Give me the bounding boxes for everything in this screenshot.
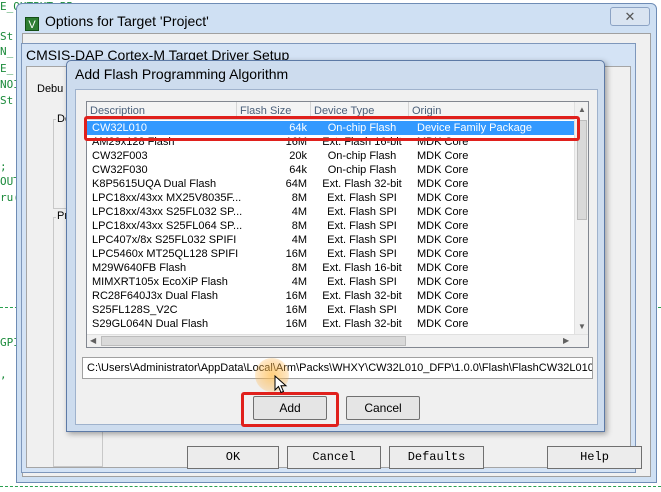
cell-description: S29GL064N Dual Flash bbox=[92, 318, 209, 330]
cell-description: LPC407x/8x S25FL032 SPIFI bbox=[92, 234, 237, 246]
cell-flash-size: 16M bbox=[285, 318, 307, 330]
cell-origin: MDK Core bbox=[417, 192, 469, 204]
cell-device-type: Ext. Flash SPI bbox=[327, 192, 397, 204]
cell-flash-size: 64M bbox=[285, 178, 307, 190]
cell-device-type: Ext. Flash SPI bbox=[327, 248, 397, 260]
cell-origin: MDK Core bbox=[417, 290, 469, 302]
cell-flash-size: 64k bbox=[289, 164, 307, 176]
cell-origin: MDK Core bbox=[417, 178, 469, 190]
cell-flash-size: 8M bbox=[291, 220, 307, 232]
cell-description: LPC5460x MT25QL128 SPIFI bbox=[92, 248, 239, 260]
cell-origin: MDK Core bbox=[417, 150, 469, 162]
list-item[interactable]: S29GL064N Dual Flash 16M Ext. Flash 32-bit… bbox=[87, 317, 576, 331]
scroll-up-arrow-icon[interactable]: ▲ bbox=[578, 104, 586, 116]
code-line: St bbox=[0, 30, 14, 43]
scroll-down-arrow-icon[interactable]: ▼ bbox=[578, 321, 586, 333]
cell-description: CW32F030 bbox=[92, 164, 148, 176]
cell-device-type: Ext. Flash SPI bbox=[327, 304, 397, 316]
cell-device-type: On-chip Flash bbox=[327, 164, 397, 176]
cell-description: LPC18xx/43xx MX25V8035F... bbox=[92, 192, 242, 204]
list-item[interactable]: LPC18xx/43xx S25FL032 SP... 4M Ext. Flash … bbox=[87, 205, 576, 219]
code-line: N_ bbox=[0, 45, 14, 58]
cell-origin: MDK Core bbox=[417, 234, 469, 246]
cell-flash-size: 20k bbox=[289, 150, 307, 162]
list-item[interactable]: MIMXRT105x EcoXiP Flash 4M Ext. Flash SPI M… bbox=[87, 275, 576, 289]
cell-description: RC28F640J3x Dual Flash bbox=[92, 290, 218, 302]
scroll-left-arrow-icon[interactable]: ◀ bbox=[90, 335, 96, 347]
help-button[interactable]: Help bbox=[547, 446, 642, 469]
list-item[interactable]: K8P5615UQA Dual Flash 64M Ext. Flash 32-bi… bbox=[87, 177, 576, 191]
cell-device-type: Ext. Flash SPI bbox=[327, 234, 397, 246]
cell-device-type: Ext. Flash 32-bit bbox=[322, 318, 402, 330]
cell-device-type: Ext. Flash SPI bbox=[327, 276, 397, 288]
cell-flash-size: 4M bbox=[291, 234, 307, 246]
cell-flash-size: 16M bbox=[285, 290, 307, 302]
ok-button[interactable]: OK bbox=[187, 446, 279, 469]
list-item[interactable]: LPC407x/8x S25FL032 SPIFI 4M Ext. Flash SP… bbox=[87, 233, 576, 247]
cell-description: K8P5615UQA Dual Flash bbox=[92, 178, 217, 190]
horizontal-scrollbar[interactable]: ◀ ▶ bbox=[87, 334, 588, 347]
code-line: , bbox=[0, 368, 7, 381]
selected-row-highlight-annotation bbox=[84, 116, 580, 141]
cancel-dialog-button[interactable]: Cancel bbox=[346, 396, 420, 420]
cell-origin: MDK Core bbox=[417, 164, 469, 176]
options-window-title: Options for Target 'Project' bbox=[45, 13, 209, 29]
code-line: E_ bbox=[0, 62, 14, 75]
cell-flash-size: 8M bbox=[291, 262, 307, 274]
horizontal-scroll-thumb[interactable] bbox=[101, 336, 406, 346]
list-item[interactable]: LPC5460x MT25QL128 SPIFI 16M Ext. Flash SP… bbox=[87, 247, 576, 261]
cell-description: LPC18xx/43xx S25FL064 SP... bbox=[92, 220, 242, 232]
cell-device-type: Ext. Flash 32-bit bbox=[322, 178, 402, 190]
cell-device-type: Ext. Flash SPI bbox=[327, 220, 397, 232]
cell-origin: MDK Core bbox=[417, 276, 469, 288]
list-item[interactable]: M29W640FB Flash 8M Ext. Flash 16-bit MDK Co… bbox=[87, 261, 576, 275]
tab-debug[interactable]: Debu bbox=[37, 83, 63, 95]
code-line: ; bbox=[0, 160, 7, 173]
list-item[interactable]: CW32F003 20k On-chip Flash MDK Core bbox=[87, 149, 576, 163]
cell-description: M29W640FB Flash bbox=[92, 262, 187, 274]
cell-flash-size: 4M bbox=[291, 206, 307, 218]
cell-origin: MDK Core bbox=[417, 220, 469, 232]
list-item[interactable]: CW32F030 64k On-chip Flash MDK Core bbox=[87, 163, 576, 177]
dashed-separator bbox=[0, 486, 661, 487]
algorithm-path-field: C:\Users\Administrator\AppData\Local\Arm… bbox=[82, 357, 593, 379]
cell-origin: MDK Core bbox=[417, 304, 469, 316]
add-button-highlight-annotation bbox=[241, 392, 339, 427]
close-button[interactable]: ✕ bbox=[610, 7, 650, 26]
cell-description: S25FL128S_V2C bbox=[92, 304, 178, 316]
cell-flash-size: 8M bbox=[291, 192, 307, 204]
options-window-title-bar: V Options for Target 'Project' bbox=[25, 13, 209, 31]
cell-origin: MDK Core bbox=[417, 206, 469, 218]
cell-device-type: Ext. Flash 16-bit bbox=[322, 262, 402, 274]
defaults-button[interactable]: Defaults bbox=[389, 446, 484, 469]
cell-flash-size: 4M bbox=[291, 276, 307, 288]
list-item[interactable]: LPC18xx/43xx S25FL064 SP... 8M Ext. Flash … bbox=[87, 219, 576, 233]
cell-description: LPC18xx/43xx S25FL032 SP... bbox=[92, 206, 242, 218]
add-dialog-title: Add Flash Programming Algorithm bbox=[75, 66, 289, 82]
cell-origin: MDK Core bbox=[417, 248, 469, 260]
scroll-right-arrow-icon[interactable]: ▶ bbox=[563, 335, 569, 347]
list-item[interactable]: S25FL128S_V2C 16M Ext. Flash SPI MDK Core bbox=[87, 303, 576, 317]
cell-device-type: On-chip Flash bbox=[327, 150, 397, 162]
cell-device-type: Ext. Flash SPI bbox=[327, 206, 397, 218]
cell-origin: MDK Core bbox=[417, 262, 469, 274]
cancel-button[interactable]: Cancel bbox=[287, 446, 381, 469]
cell-description: CW32F003 bbox=[92, 150, 148, 162]
mouse-cursor-icon bbox=[274, 375, 288, 394]
code-line: St bbox=[0, 94, 14, 107]
cell-flash-size: 16M bbox=[285, 304, 307, 316]
cell-description: MIMXRT105x EcoXiP Flash bbox=[92, 276, 228, 288]
cell-device-type: Ext. Flash 32-bit bbox=[322, 290, 402, 302]
keil-icon: V bbox=[25, 17, 39, 31]
cell-flash-size: 16M bbox=[285, 248, 307, 260]
list-item[interactable]: LPC18xx/43xx MX25V8035F... 8M Ext. Flash S… bbox=[87, 191, 576, 205]
list-item[interactable]: RC28F640J3x Dual Flash 16M Ext. Flash 32-b… bbox=[87, 289, 576, 303]
cell-origin: MDK Core bbox=[417, 318, 469, 330]
